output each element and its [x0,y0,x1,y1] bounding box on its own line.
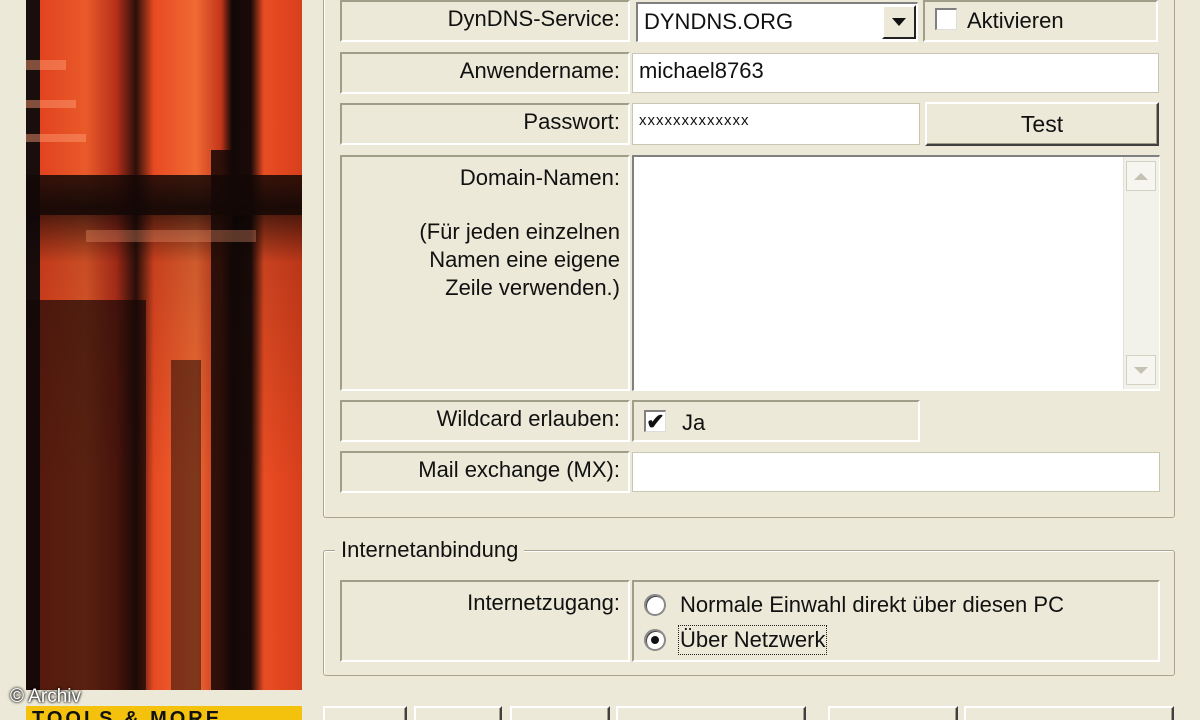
radio-icon [644,594,666,616]
bottom-button-2[interactable] [414,706,502,720]
bottom-button-6[interactable] [964,706,1174,720]
username-value: michael8763 [639,58,764,83]
internet-access-label: Internetzugang: [340,580,630,662]
wildcard-checkbox[interactable]: ✔ [644,410,666,432]
domain-names-scrollbar[interactable] [1123,157,1159,389]
domain-hint-line-2: Namen eine eigene [429,247,620,272]
dyndns-service-dropdown-button[interactable] [882,5,916,39]
bottom-button-3[interactable] [510,706,610,720]
activate-checkbox[interactable] [935,8,957,30]
domain-hint-line-1: (Für jeden einzelnen [419,219,620,244]
password-value: xxxxxxxxxxxxx [639,112,750,129]
password-label-text: Passwort: [523,109,620,134]
dyndns-service-label: DynDNS-Service: [340,0,630,42]
radio-selected-icon [644,629,666,651]
dyndns-service-label-text: DynDNS-Service: [447,6,620,31]
activate-label: Aktivieren [967,8,1064,33]
scroll-down-button[interactable] [1126,355,1156,385]
bottom-button-1[interactable] [323,706,407,720]
mx-label-text: Mail exchange (MX): [418,457,620,482]
wildcard-label-text: Wildcard erlauben: [436,406,620,431]
scroll-up-button[interactable] [1126,161,1156,191]
wildcard-option-label: Ja [682,410,706,435]
wildcard-cell: ✔ Ja [632,400,920,442]
dyndns-service-value: DYNDNS.ORG [644,9,794,34]
test-button-label: Test [1020,110,1064,137]
chevron-up-icon [1134,172,1148,180]
test-button[interactable]: Test [925,102,1159,146]
chevron-down-icon [892,18,906,26]
internet-access-options: Normale Einwahl direkt über diesen PC Üb… [632,580,1160,662]
decorative-photo [26,0,302,690]
bottom-button-4[interactable] [616,706,806,720]
username-input[interactable]: michael8763 [632,53,1159,93]
checkmark-icon: ✔ [646,408,665,434]
brand-logo-strip: TOOLS & MORE [26,706,302,720]
radio-option-network[interactable]: Über Netzwerk [644,622,1158,658]
domain-names-textarea[interactable] [632,155,1160,391]
password-input[interactable]: xxxxxxxxxxxxx [632,103,920,145]
copyright-text: © Archiv [10,686,82,707]
radio-option-dialup[interactable]: Normale Einwahl direkt über diesen PC [644,588,1158,622]
activate-cell: Aktivieren [923,0,1158,42]
wildcard-label: Wildcard erlauben: [340,400,630,442]
chevron-down-icon [1134,366,1148,374]
bottom-button-5[interactable] [828,706,958,720]
radio-option-dialup-label: Normale Einwahl direkt über diesen PC [680,592,1064,617]
password-label: Passwort: [340,103,630,145]
username-label: Anwendername: [340,52,630,94]
mx-input[interactable] [632,452,1160,492]
dyndns-service-select[interactable]: DYNDNS.ORG [636,2,918,42]
mx-label: Mail exchange (MX): [340,451,630,493]
domain-hint-line-3: Zeile verwenden.) [445,275,620,300]
radio-option-network-label: Über Netzwerk [677,625,828,655]
domain-names-label-cell: Domain-Namen: (Für jeden einzelnen Namen… [340,155,630,391]
domain-names-label: Domain-Namen: [459,165,620,190]
connection-group-title: Internetanbindung [335,537,525,563]
username-label-text: Anwendername: [459,58,620,83]
internet-access-label-text: Internetzugang: [467,590,620,615]
